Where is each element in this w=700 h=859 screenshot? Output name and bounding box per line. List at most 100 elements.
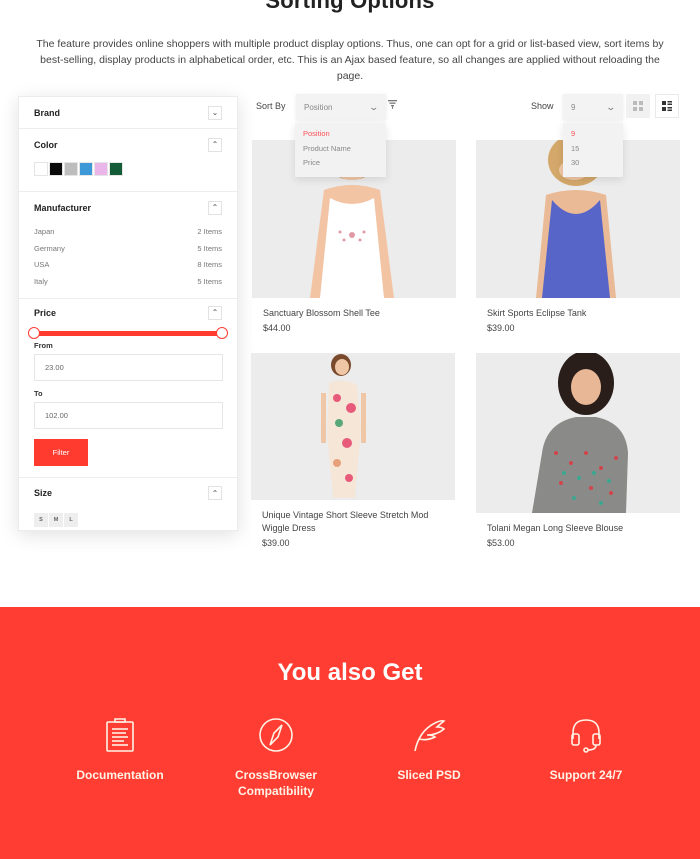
manufacturer-count: 5 Items	[197, 243, 222, 253]
filter-button[interactable]: Filter	[34, 438, 88, 466]
filter-sidebar: Brand ⌄ Color ⌃ Manufacturer ⌃ Japan 2 I…	[18, 96, 238, 531]
product-price: $44.00	[263, 323, 291, 333]
filter-brand-title: Brand	[34, 107, 61, 118]
filter-price: Price ⌃ From To Filter	[19, 299, 237, 478]
feature-support: Support 24/7	[511, 717, 661, 783]
sort-option-position[interactable]: Position	[295, 127, 386, 142]
size-option-m[interactable]: M	[49, 512, 63, 527]
price-slider-track	[34, 330, 222, 336]
sort-option-price[interactable]: Price	[295, 156, 386, 171]
price-to-label: To	[34, 388, 43, 398]
show-option-30[interactable]: 30	[563, 156, 623, 171]
sort-by-label: Sort By	[256, 101, 286, 111]
chevron-down-icon: ⌄	[605, 101, 617, 112]
product-image[interactable]	[476, 353, 680, 513]
manufacturer-count: 5 Items	[197, 276, 222, 286]
feature-label: Sliced PSD	[397, 768, 461, 782]
color-swatch-black[interactable]	[49, 162, 63, 176]
filter-price-title: Price	[34, 307, 57, 318]
feature-label: Support 24/7	[549, 768, 623, 782]
grid-view-button[interactable]	[626, 94, 650, 118]
sort-selected-value: Position	[304, 102, 333, 112]
headset-icon	[571, 719, 601, 753]
filter-color: Color ⌃	[19, 129, 237, 192]
feature-sliced-psd: Sliced PSD	[354, 717, 504, 783]
filter-brand: Brand ⌄	[19, 97, 237, 129]
sort-select[interactable]: Position ⌄	[296, 94, 386, 120]
sort-dropdown-menu: Position Product Name Price	[295, 123, 386, 177]
price-from-input[interactable]	[34, 353, 223, 381]
chevron-down-icon[interactable]: ⌄	[208, 105, 222, 120]
chevron-up-icon[interactable]: ⌃	[208, 200, 222, 215]
manufacturer-item[interactable]: Germany 5 Items	[34, 240, 222, 257]
product-card[interactable]: Tolani Megan Long Sleeve Blouse $53.00	[476, 353, 680, 558]
size-options: S M L	[34, 509, 222, 527]
show-option-15[interactable]: 15	[563, 142, 623, 157]
feather-icon	[414, 719, 446, 752]
product-price: $53.00	[487, 538, 515, 548]
show-option-9[interactable]: 9	[563, 127, 623, 142]
compass-icon	[259, 718, 293, 752]
filter-color-title: Color	[34, 139, 58, 150]
product-name[interactable]: Skirt Sports Eclipse Tank	[487, 307, 669, 320]
sort-option-product-name[interactable]: Product Name	[295, 142, 386, 157]
show-dropdown-menu: 9 15 30	[563, 123, 623, 177]
page-description: The feature provides online shoppers wit…	[36, 38, 664, 82]
price-range-slider[interactable]	[28, 326, 228, 339]
clipboard-icon	[106, 718, 134, 752]
filter-manufacturer-title: Manufacturer	[34, 202, 92, 213]
color-swatch-pink[interactable]	[94, 162, 108, 176]
product-price: $39.00	[487, 323, 515, 333]
chevron-down-icon: ⌄	[368, 101, 380, 112]
feature-crossbrowser: CrossBrowser Compatibility	[201, 717, 351, 799]
manufacturer-name: Italy	[34, 276, 48, 286]
product-photo-blouse	[476, 353, 680, 513]
chevron-up-icon[interactable]: ⌃	[208, 486, 222, 501]
manufacturer-item[interactable]: Japan 2 Items	[34, 223, 222, 240]
color-swatch-gray[interactable]	[64, 162, 78, 176]
feature-documentation: Documentation	[45, 717, 195, 783]
color-swatch-white[interactable]	[34, 162, 48, 176]
manufacturer-item[interactable]: USA 8 Items	[34, 256, 222, 273]
you-also-get-section: You also Get Documentation CrossBrowser …	[0, 607, 700, 859]
manufacturer-name: Japan	[34, 226, 55, 236]
price-to-input[interactable]	[34, 401, 223, 429]
show-selected-value: 9	[571, 102, 576, 112]
size-option-l[interactable]: L	[64, 512, 78, 527]
filter-manufacturer: Manufacturer ⌃ Japan 2 Items Germany 5 I…	[19, 192, 237, 299]
manufacturer-list: Japan 2 Items Germany 5 Items USA 8 Item…	[34, 223, 222, 298]
price-slider-max-handle[interactable]	[216, 326, 228, 339]
product-name[interactable]: Sanctuary Blossom Shell Tee	[263, 307, 445, 320]
section-title: You also Get	[277, 659, 423, 686]
product-card[interactable]: Unique Vintage Short Sleeve Stretch Mod …	[251, 353, 455, 556]
filter-size: Size ⌃ S M L	[19, 478, 237, 527]
product-photo-floral-dress	[251, 353, 455, 500]
price-from-label: From	[34, 340, 53, 350]
list-view-button[interactable]	[655, 94, 679, 118]
color-swatches	[34, 160, 222, 191]
manufacturer-count: 8 Items	[197, 260, 222, 270]
product-name[interactable]: Tolani Megan Long Sleeve Blouse	[487, 522, 669, 535]
list-icon	[662, 101, 672, 111]
chevron-up-icon[interactable]: ⌃	[208, 305, 222, 320]
feature-label: CrossBrowser Compatibility	[234, 768, 318, 798]
color-swatch-green[interactable]	[109, 162, 123, 176]
size-option-s[interactable]: S	[34, 512, 48, 527]
manufacturer-name: USA	[34, 260, 50, 270]
manufacturer-count: 2 Items	[197, 226, 222, 236]
chevron-up-icon[interactable]: ⌃	[208, 137, 222, 152]
feature-label: Documentation	[76, 768, 164, 782]
show-limit-select[interactable]: 9 ⌄	[563, 94, 623, 120]
grid-icon	[633, 101, 643, 111]
manufacturer-name: Germany	[34, 243, 65, 253]
price-slider-min-handle[interactable]	[28, 326, 40, 339]
product-image[interactable]	[251, 353, 455, 500]
sort-direction-icon[interactable]	[388, 100, 397, 109]
color-swatch-blue[interactable]	[79, 162, 93, 176]
show-label: Show	[531, 101, 554, 111]
product-price: $39.00	[262, 538, 290, 548]
page-title: Sorting Options	[265, 0, 435, 13]
product-name[interactable]: Unique Vintage Short Sleeve Stretch Mod …	[262, 509, 444, 535]
manufacturer-item[interactable]: Italy 5 Items	[34, 273, 222, 290]
filter-size-title: Size	[34, 488, 53, 499]
